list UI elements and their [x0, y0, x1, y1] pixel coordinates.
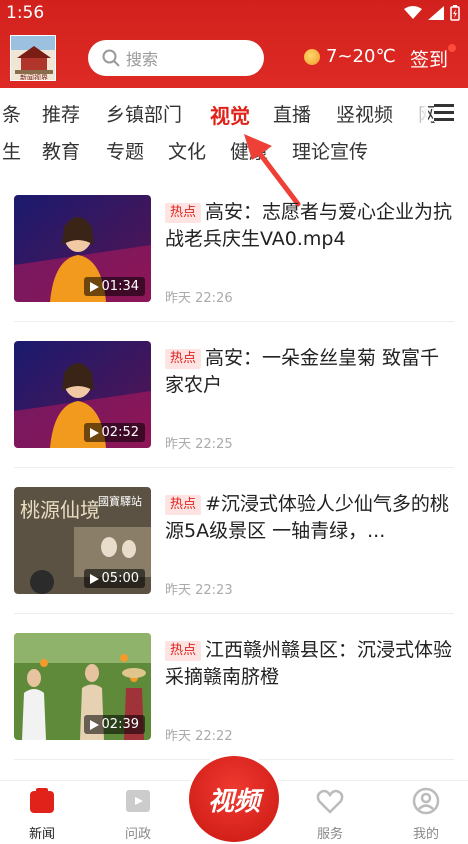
tab-item[interactable]: 生 — [2, 137, 21, 164]
signin-button[interactable]: 签到 — [410, 45, 448, 72]
list-item[interactable]: 桃源仙境 國寶驛站 05:00 热点 #沉浸式体验人少仙气多的桃源5A级景区 一轴… — [14, 487, 454, 611]
nav-label: 新闻 — [28, 827, 55, 842]
divider — [14, 467, 454, 468]
center-label: 视频 — [207, 786, 260, 817]
tab-item[interactable]: 专题 — [106, 137, 144, 164]
play-icon — [89, 427, 99, 438]
news-time: 昨天 22:22 — [165, 729, 233, 744]
tab-item[interactable]: 直播 — [273, 100, 311, 127]
search-placeholder: 搜索 — [126, 50, 159, 69]
video-thumbnail: 02:39 — [14, 633, 151, 740]
status-icons — [404, 5, 460, 21]
nav-label: 问政 — [124, 827, 151, 842]
news-title: 热点 #沉浸式体验人少仙气多的桃源5A级景区 一轴青绿，... — [165, 493, 449, 542]
news-time: 昨天 22:26 — [165, 291, 233, 306]
tab-item[interactable]: 教育 — [42, 137, 80, 164]
video-thumbnail: 桃源仙境 國寶驛站 05:00 — [14, 487, 151, 594]
tab-item[interactable]: 竖视频 — [336, 100, 393, 127]
signal-icon — [428, 6, 444, 20]
play-icon — [89, 719, 99, 730]
tab-item[interactable]: 推荐 — [42, 100, 80, 127]
news-title: 热点 高安：志愿者与爱心企业为抗战老兵庆生VA0.mp4 — [165, 201, 453, 250]
channel-tabs-row2: 生 教育 专题 文化 健康 理论宣传 — [0, 133, 468, 167]
thumbnail-text: 國寶驛站 — [98, 494, 142, 508]
tab-item[interactable]: 乡镇部门 — [106, 100, 182, 127]
news-time: 昨天 22:23 — [165, 583, 233, 598]
notification-dot — [448, 44, 456, 52]
thumbnail-text: 桃源仙境 — [20, 498, 100, 522]
battery-icon — [450, 5, 460, 21]
hot-badge: 热点 — [165, 641, 202, 661]
handshake-icon — [316, 789, 344, 814]
list-item[interactable]: 02:52 热点 高安：一朵金丝皇菊 致富千家农户 昨天 22:25 — [14, 341, 454, 465]
play-icon — [89, 573, 99, 584]
video-duration: 02:39 — [83, 715, 145, 734]
search-box[interactable]: 搜索 — [88, 40, 264, 76]
nav-label: 服务 — [316, 827, 343, 842]
logo-text: 新闻视界 — [20, 73, 48, 81]
news-icon — [30, 788, 54, 813]
video-thumbnail: 01:34 — [14, 195, 151, 302]
divider — [14, 321, 454, 322]
status-time: 1:56 — [6, 3, 45, 23]
channel-tabs-row1: 条 推荐 乡镇部门 视觉 直播 竖视频 网 — [0, 96, 468, 130]
video-icon — [126, 790, 150, 812]
app-header: 1:56 新闻视界 搜索 7~20℃ 签到 — [0, 0, 468, 88]
center-video-button[interactable]: 视频 — [189, 756, 279, 842]
user-icon — [412, 787, 440, 815]
nav-ask[interactable]: 问政 — [108, 787, 168, 842]
list-item[interactable]: 02:39 热点 江西赣州赣县区：沉浸式体验采摘赣南脐橙 昨天 22:22 — [14, 633, 454, 757]
news-title: 热点 江西赣州赣县区：沉浸式体验采摘赣南脐橙 — [165, 639, 453, 688]
video-duration: 05:00 — [83, 569, 145, 588]
nav-news[interactable]: 新闻 — [12, 787, 72, 842]
tab-item[interactable]: 文化 — [168, 137, 206, 164]
sun-icon — [304, 48, 320, 65]
list-item[interactable]: 01:34 热点 高安：志愿者与爱心企业为抗战老兵庆生VA0.mp4 昨天 22:… — [14, 195, 454, 319]
logo-image: 新闻视界 — [11, 36, 55, 81]
search-icon — [102, 49, 120, 67]
tabs-fade — [402, 96, 428, 130]
news-title: 热点 高安：一朵金丝皇菊 致富千家农户 — [165, 347, 440, 396]
tab-item[interactable]: 条 — [2, 100, 21, 127]
menu-icon[interactable] — [434, 104, 454, 122]
video-duration: 02:52 — [83, 423, 145, 442]
hot-badge: 热点 — [165, 203, 202, 223]
hot-badge: 热点 — [165, 349, 202, 369]
nav-mine[interactable]: 我的 — [396, 787, 456, 842]
status-bar: 1:56 — [0, 0, 468, 28]
play-icon — [89, 281, 99, 292]
weather-temp: 7~20℃ — [326, 46, 396, 67]
nav-label: 我的 — [412, 827, 439, 842]
weather-widget[interactable]: 7~20℃ — [304, 46, 396, 67]
nav-service[interactable]: 服务 — [300, 787, 360, 842]
divider — [14, 613, 454, 614]
tab-active[interactable]: 视觉 — [210, 100, 250, 129]
video-thumbnail: 02:52 — [14, 341, 151, 448]
news-time: 昨天 22:25 — [165, 437, 233, 452]
hot-badge: 热点 — [165, 495, 202, 515]
video-duration: 01:34 — [83, 277, 145, 296]
app-logo[interactable]: 新闻视界 — [10, 35, 56, 81]
wifi-icon — [404, 6, 422, 19]
